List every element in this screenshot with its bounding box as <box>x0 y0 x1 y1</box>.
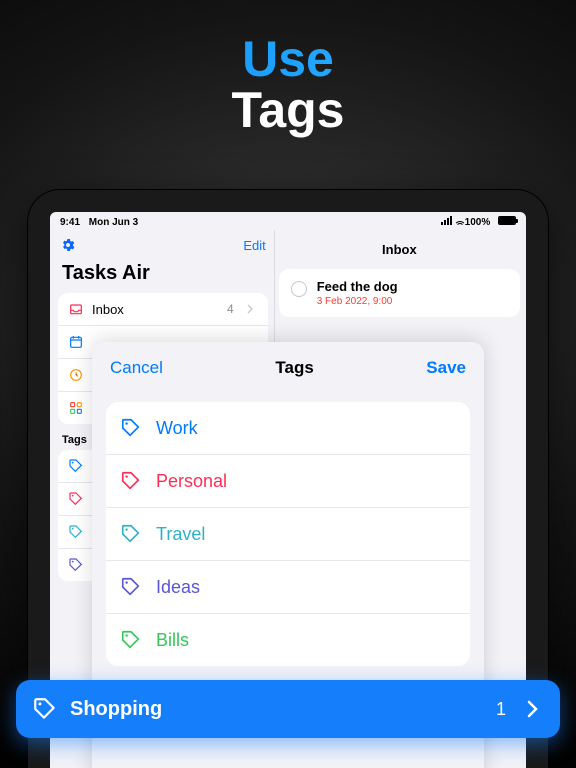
task-checkbox[interactable] <box>291 281 307 297</box>
tag-row[interactable]: Bills <box>106 614 470 666</box>
sheet-title: Tags <box>275 358 313 378</box>
tag-icon <box>120 629 142 651</box>
clock-icon <box>68 367 84 383</box>
status-bar: 9:41 Mon Jun 3 100% <box>50 212 526 230</box>
tag-row[interactable]: Ideas <box>106 561 470 614</box>
tag-icon <box>68 491 84 507</box>
calendar-icon <box>68 334 84 350</box>
tag-label: Bills <box>156 630 189 651</box>
edit-button[interactable]: Edit <box>243 238 265 253</box>
highlight-count: 1 <box>496 699 506 720</box>
tag-icon <box>68 557 84 573</box>
status-time: 9:41 <box>60 217 80 228</box>
app-title: Tasks Air <box>58 256 268 293</box>
tag-icon <box>120 576 142 598</box>
tags-list: Work Personal Travel Ideas Bills <box>106 402 470 666</box>
headline-line-1: Use <box>0 34 576 84</box>
task-title: Feed the dog <box>317 279 398 294</box>
tag-row[interactable]: Travel <box>106 508 470 561</box>
cancel-button[interactable]: Cancel <box>110 358 163 378</box>
grid-icon <box>68 400 84 416</box>
tag-icon <box>120 417 142 439</box>
shopping-tag-highlight[interactable]: Shopping 1 <box>16 680 560 738</box>
sidebar-item-count: 4 <box>227 302 234 316</box>
tag-icon <box>120 470 142 492</box>
chevron-right-icon <box>520 697 544 721</box>
tag-row[interactable]: Work <box>106 402 470 455</box>
tray-icon <box>68 301 84 317</box>
headline-line-2: Tags <box>0 84 576 137</box>
status-date: Mon Jun 3 <box>89 217 138 228</box>
battery-percent: 100% <box>465 217 491 228</box>
tag-icon <box>120 523 142 545</box>
save-button[interactable]: Save <box>426 358 466 378</box>
signal-icon <box>441 216 452 225</box>
highlight-label: Shopping <box>70 698 484 721</box>
task-card[interactable]: Feed the dog 3 Feb 2022, 9:00 <box>279 269 520 317</box>
tag-icon <box>32 696 58 722</box>
tag-label: Travel <box>156 524 205 545</box>
gear-icon[interactable] <box>60 237 76 253</box>
tag-icon <box>68 458 84 474</box>
marketing-headline: Use Tags <box>0 0 576 137</box>
tag-label: Personal <box>156 471 227 492</box>
sidebar-item-label: Inbox <box>92 302 124 317</box>
tag-label: Work <box>156 418 198 439</box>
tag-row[interactable]: Personal <box>106 455 470 508</box>
battery-icon <box>498 216 516 225</box>
sidebar-item-inbox[interactable]: Inbox 4 <box>58 293 268 326</box>
tag-icon <box>68 524 84 540</box>
chevron-right-icon <box>242 301 258 317</box>
task-due-date: 3 Feb 2022, 9:00 <box>317 296 398 307</box>
tag-label: Ideas <box>156 577 200 598</box>
main-header: Inbox <box>279 234 520 269</box>
